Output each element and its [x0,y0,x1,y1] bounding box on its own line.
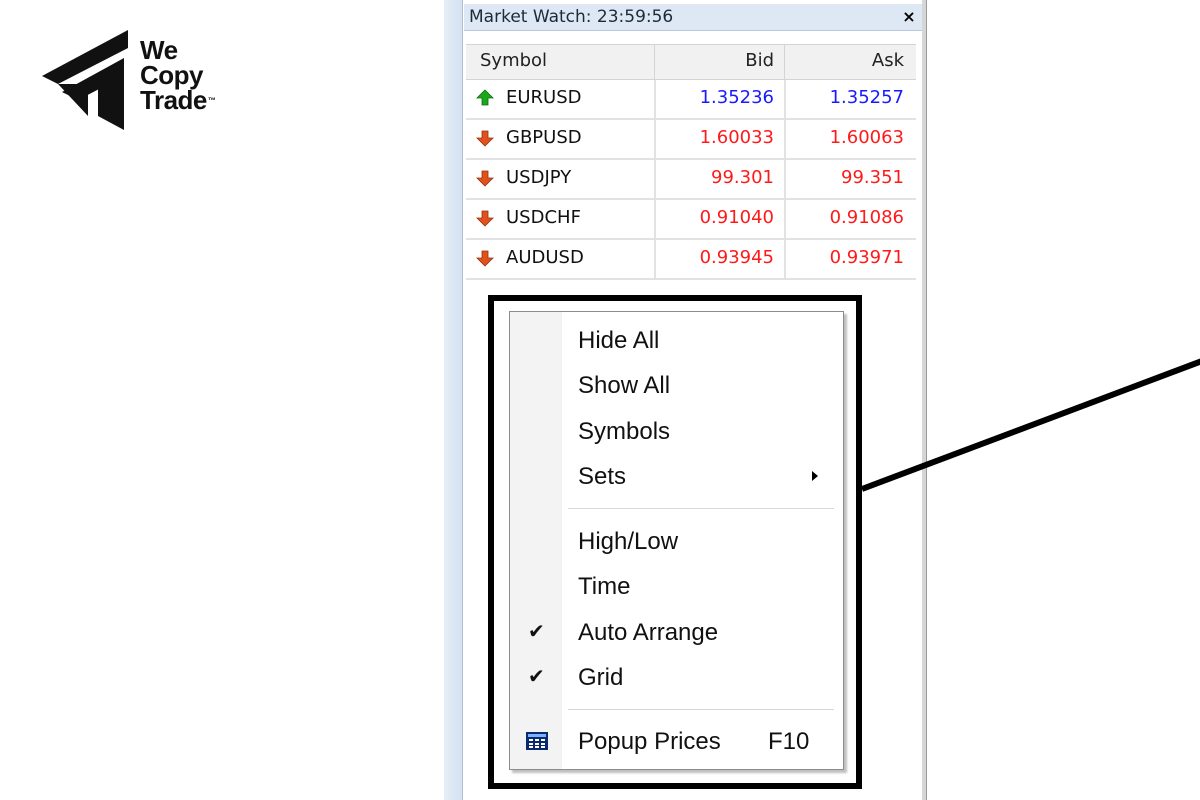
cell-divider [784,120,786,158]
menu-item-time[interactable]: Time [510,567,843,607]
symbol-cell: USDJPY [506,167,572,188]
checkmark-icon: ✔ [528,666,545,688]
menu-item-sets[interactable]: Sets [510,457,843,497]
menu-item-label: Show All [578,372,671,399]
ask-cell: 0.91086 [829,207,904,228]
arrow-down-icon [476,130,494,147]
menu-separator [568,709,834,710]
menu-item-label: High/Low [578,528,679,555]
logo-line-trade-text: Trade [140,85,207,115]
menu-item-label: Symbols [578,418,671,445]
trademark-symbol: ™ [207,96,216,105]
menu-item-label: Sets [578,463,627,490]
table-row[interactable]: USDCHF 0.91040 0.91086 [466,200,916,240]
bid-cell: 1.60033 [699,127,774,148]
symbol-cell: GBPUSD [506,127,582,148]
logo-line-trade: Trade™ [140,85,216,115]
shortcut-label: F10 [768,728,810,755]
ask-cell: 0.93971 [829,247,904,268]
column-header-bid[interactable]: Bid [745,50,774,71]
close-icon[interactable]: × [899,4,919,30]
menu-item-label: Popup Prices [578,728,721,755]
menu-item-symbols[interactable]: Symbols [510,412,843,452]
menu-separator [568,508,834,509]
table-rows: EURUSD 1.35236 1.35257 GBPUSD 1.60033 1.60063… [466,80,916,280]
menu-item-grid[interactable]: ✔ Grid [510,658,843,698]
context-menu: Hide All Show All Symbols Sets High/Low … [509,311,844,770]
cell-divider [784,200,786,238]
column-divider[interactable] [654,45,655,79]
menu-item-popup-prices[interactable]: Popup Prices F10 [510,722,843,762]
arrow-down-icon [476,210,494,227]
menu-item-auto-arrange[interactable]: ✔ Auto Arrange [510,613,843,653]
menu-item-label: Auto Arrange [578,619,719,646]
cell-divider [654,120,656,158]
panel-left-border [444,0,463,800]
column-header-symbol[interactable]: Symbol [480,50,547,71]
table-row[interactable]: GBPUSD 1.60033 1.60063 [466,120,916,160]
arrow-down-icon [476,250,494,267]
cell-divider [784,80,786,118]
submenu-arrow-icon [812,471,818,481]
menu-item-label: Hide All [578,327,660,354]
menu-item-show-all[interactable]: Show All [510,366,843,406]
bid-cell: 1.35236 [699,87,774,108]
symbol-cell: USDCHF [506,207,581,228]
cell-divider [654,240,656,278]
market-watch-title: Market Watch: 23:59:56 [469,7,674,27]
table-row[interactable]: AUDUSD 0.93945 0.93971 [466,240,916,280]
table-row[interactable]: EURUSD 1.35236 1.35257 [466,80,916,120]
menu-item-label: Grid [578,664,624,691]
checkmark-icon: ✔ [528,621,545,643]
cell-divider [654,160,656,198]
symbol-cell: EURUSD [506,87,582,108]
cell-divider [654,80,656,118]
popup-prices-icon [526,732,548,750]
menu-item-hide-all[interactable]: Hide All [510,321,843,361]
column-header-ask[interactable]: Ask [872,50,904,71]
cell-divider [784,160,786,198]
quotes-table: Symbol Bid Ask EURUSD 1.35236 1.35257 GBPUS… [466,44,916,280]
bid-cell: 0.91040 [699,207,774,228]
menu-item-high-low[interactable]: High/Low [510,522,843,562]
bid-cell: 0.93945 [699,247,774,268]
ask-cell: 1.35257 [829,87,904,108]
market-watch-title-bar[interactable]: Market Watch: 23:59:56 × [464,4,922,31]
menu-item-label: Time [578,573,631,600]
cell-divider [784,240,786,278]
wecopytrade-logo: We Copy Trade™ [38,30,258,140]
logo-text: We Copy Trade™ [140,37,216,115]
table-header: Symbol Bid Ask [466,44,916,80]
symbol-cell: AUDUSD [506,247,584,268]
column-divider[interactable] [784,45,785,79]
table-row[interactable]: USDJPY 99.301 99.351 [466,160,916,200]
arrow-up-icon [476,89,494,106]
logo-mark-icon [42,30,128,130]
ask-cell: 99.351 [841,167,904,188]
cell-divider [654,200,656,238]
bid-cell: 99.301 [711,167,774,188]
chart-area[interactable] [927,0,1200,800]
ask-cell: 1.60063 [829,127,904,148]
arrow-down-icon [476,170,494,187]
